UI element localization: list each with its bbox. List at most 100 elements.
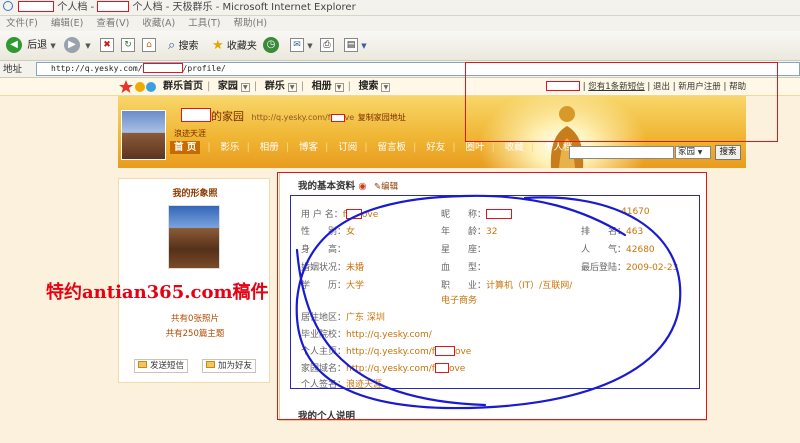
- history-button[interactable]: ◷: [263, 36, 281, 56]
- profile-actions: 发送短信 加为好友: [118, 353, 270, 379]
- browser-toolbar: ◀ 后退 ▼ ▶ ▼ ✖ ↻ ⌂ ⌕ 搜索 ★ 收藏夹 ◷ ✉ ▼ ⎙ ▤ ▼: [0, 31, 800, 61]
- menu-edit[interactable]: 编辑(E): [51, 18, 83, 29]
- mail-button[interactable]: ✉ ▼: [290, 36, 313, 56]
- home-icon: ⌂: [142, 38, 156, 52]
- nav-album[interactable]: 相册: [312, 81, 332, 92]
- forward-arrow-icon: ▶: [64, 37, 80, 53]
- watermark-text: 特约antian365.com稿件: [46, 282, 269, 303]
- window-titlebar: 个人档 - 个人档 - 天极群乐 - Microsoft Internet Ex…: [0, 0, 800, 16]
- redacted-box: [330, 114, 345, 122]
- home-button[interactable]: ⌂: [142, 36, 156, 56]
- tab-album[interactable]: 相册: [260, 142, 279, 153]
- annotation-box-header: [465, 62, 778, 142]
- chevron-down-icon: ▼: [50, 42, 56, 50]
- search-input[interactable]: [569, 146, 674, 159]
- add-friend-button[interactable]: 加为好友: [202, 359, 257, 373]
- add-friend-icon: [206, 361, 215, 368]
- chevron-down-icon[interactable]: ▼: [334, 83, 344, 92]
- address-url-suffix: /profile/: [182, 64, 226, 73]
- nav-search[interactable]: 搜索: [358, 81, 378, 92]
- print-icon: ⎙: [320, 38, 334, 52]
- window-title-prefix: 个人档 -: [57, 2, 95, 13]
- menu-file[interactable]: 文件(F): [6, 18, 38, 29]
- banner-title: 的家园 http://q.yesky.com/f ve 复制家园地址: [181, 108, 406, 124]
- redacted-box: [18, 1, 55, 12]
- add-friend-label: 加为好友: [218, 361, 253, 371]
- portrait-photo[interactable]: [168, 205, 220, 269]
- divider: |: [300, 81, 305, 92]
- tab-favorites[interactable]: 收藏: [505, 142, 524, 153]
- topic-count[interactable]: 共有250篇主题: [119, 327, 271, 339]
- home-subtitle: 浪迹天涯: [174, 129, 206, 138]
- send-message-button[interactable]: 发送短信: [134, 359, 189, 373]
- history-icon: ◷: [263, 37, 279, 53]
- home-url-text: http://q.yesky.com/f: [251, 113, 331, 122]
- menu-favorites[interactable]: 收藏(A): [142, 18, 175, 29]
- stop-button[interactable]: ✖: [100, 36, 114, 56]
- chevron-down-icon: ▼: [85, 42, 91, 50]
- window-title: 个人档 - 天极群乐 - Microsoft Internet Explorer: [132, 2, 356, 13]
- home-tabs: 首 页 | 影乐 | 相册 | 博客 | 订阅 | 留言板 | 好友 | 圈叶 | 收藏 | 个人…: [170, 140, 580, 156]
- menu-view[interactable]: 查看(V): [96, 18, 129, 29]
- address-label: 地址: [3, 64, 23, 75]
- home-url-tail: ve: [344, 113, 355, 122]
- chevron-down-icon: ▼: [307, 42, 313, 50]
- edit-button[interactable]: ▤ ▼: [344, 36, 367, 56]
- favorites-button[interactable]: ★ 收藏夹: [212, 36, 257, 56]
- favorites-label: 收藏夹: [226, 41, 257, 52]
- address-url-prefix: http://q.yesky.com/: [51, 64, 143, 73]
- home-avatar[interactable]: [121, 110, 166, 160]
- ie-icon: [3, 1, 13, 11]
- tab-music[interactable]: 影乐: [221, 142, 240, 153]
- search-button[interactable]: ⌕ 搜索: [168, 36, 198, 56]
- tab-blog[interactable]: 博客: [299, 142, 318, 153]
- tab-guestbook[interactable]: 留言板: [378, 142, 407, 153]
- redacted-box: [97, 1, 130, 12]
- redacted-box: [142, 63, 183, 73]
- chevron-down-icon: ▼: [697, 149, 703, 156]
- stop-icon: ✖: [100, 38, 114, 52]
- nav-group[interactable]: 群乐: [265, 81, 285, 92]
- forward-button[interactable]: ▶ ▼: [64, 36, 91, 56]
- tab-home[interactable]: 首 页: [170, 141, 201, 154]
- send-message-label: 发送短信: [150, 361, 185, 371]
- mail-icon: ✉: [290, 38, 304, 52]
- chevron-down-icon[interactable]: ▼: [381, 83, 391, 92]
- search-submit-button[interactable]: 搜索: [715, 145, 741, 160]
- chevron-down-icon: ▼: [361, 42, 367, 50]
- tab-friends[interactable]: 好友: [426, 142, 445, 153]
- photo-count[interactable]: 共有0张照片: [119, 312, 271, 324]
- redacted-box: [181, 108, 211, 122]
- mail-icon: [138, 361, 147, 368]
- site-logo[interactable]: [118, 79, 158, 95]
- back-arrow-icon: ◀: [6, 37, 22, 53]
- divider: |: [347, 81, 351, 92]
- refresh-icon: ↻: [121, 38, 135, 52]
- home-url: http://q.yesky.com/f ve: [251, 113, 355, 122]
- tab-subscribe[interactable]: 订阅: [338, 142, 357, 153]
- menu-tools[interactable]: 工具(T): [188, 18, 220, 29]
- refresh-button[interactable]: ↻: [121, 36, 135, 56]
- divider: |: [207, 81, 211, 92]
- back-label: 后退: [27, 40, 48, 51]
- menu-bar: 文件(F) 编辑(E) 查看(V) 收藏(A) 工具(T) 帮助(H): [0, 16, 800, 31]
- chevron-down-icon[interactable]: ▼: [287, 83, 297, 92]
- nav-family[interactable]: 家园: [218, 81, 238, 92]
- edit-icon: ▤: [344, 38, 358, 52]
- back-button[interactable]: ◀ 后退 ▼: [6, 36, 56, 56]
- star-icon: ★: [212, 38, 224, 53]
- search-icon: ⌕: [168, 38, 176, 53]
- home-name: 的家园: [211, 110, 244, 123]
- copy-address-link[interactable]: 复制家园地址: [358, 113, 406, 122]
- annotation-box-profile: [277, 172, 707, 420]
- site-nav-links: 群乐首页 | 家园 ▼ | 群乐 ▼ | 相册 ▼ | 搜索 ▼: [163, 78, 391, 96]
- chevron-down-icon[interactable]: ▼: [240, 83, 250, 92]
- tab-circles[interactable]: 圈叶: [466, 142, 485, 153]
- print-button[interactable]: ⎙: [320, 36, 334, 56]
- search-label: 搜索: [178, 41, 199, 52]
- search-scope-select[interactable]: 家园 ▼: [675, 146, 711, 159]
- portrait-heading: 我的形象照: [172, 189, 218, 199]
- search-scope-value: 家园: [678, 147, 696, 157]
- nav-home[interactable]: 群乐首页: [163, 81, 203, 92]
- menu-help[interactable]: 帮助(H): [234, 18, 268, 29]
